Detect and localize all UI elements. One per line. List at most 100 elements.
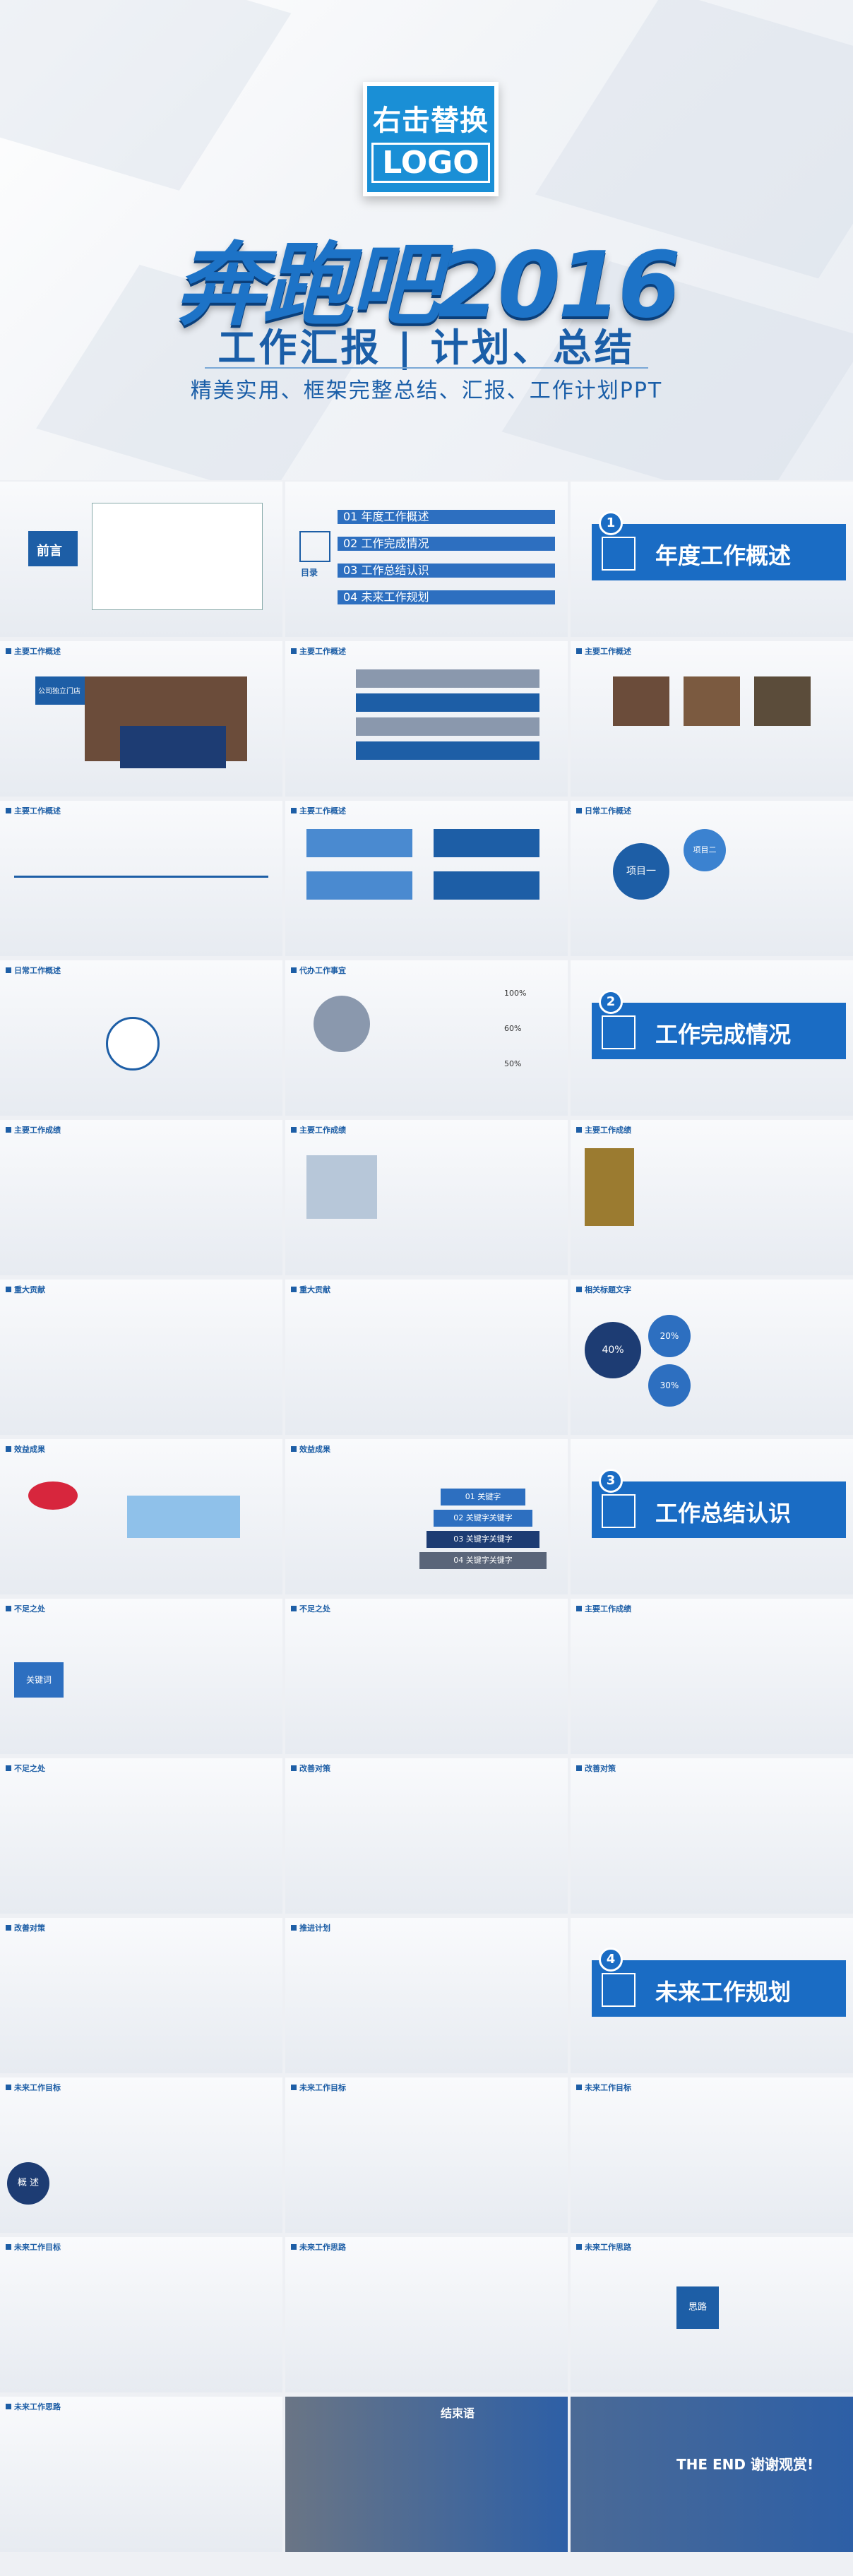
toc-icon [299, 531, 330, 562]
section-title: 工作完成情况 [655, 1021, 792, 1048]
slide-tag: 未来工作目标 [576, 2082, 631, 2093]
key-row: 04 关键字关键字 [419, 1552, 547, 1569]
slide-improve-3[interactable]: 改善对策 [0, 1918, 282, 2073]
slide-section-4[interactable]: 4 未来工作规划 [571, 1918, 853, 2073]
slide-main-overview-1[interactable]: 主要工作概述 公司独立门店 [0, 641, 282, 797]
slide-future-idea-3[interactable]: 未来工作思路 [0, 2397, 282, 2552]
slide-improve-1[interactable]: 改善对策 [285, 1758, 568, 1914]
slide-tag: 主要工作成绩 [576, 1603, 631, 1614]
slide-plan[interactable]: 推进计划 [285, 1918, 568, 2073]
list-row [356, 717, 539, 736]
slide-section-2[interactable]: 2 工作完成情况 [571, 960, 853, 1116]
toc-num: 02 [343, 537, 358, 550]
toc-num: 01 [343, 510, 358, 523]
list-row [356, 741, 539, 760]
slide-main-overview-3[interactable]: 主要工作概述 [571, 641, 853, 797]
slide-agency[interactable]: 代办工作事宜 100% 60% 50% [285, 960, 568, 1116]
slide-results-4[interactable]: 主要工作成绩 [571, 1599, 853, 1754]
slide-results-3[interactable]: 主要工作成绩 [571, 1120, 853, 1275]
slide-tag: 主要工作概述 [6, 805, 61, 816]
toc-item-2[interactable]: 02 工作完成情况 [338, 537, 555, 551]
info-card [434, 829, 539, 857]
slide-the-end[interactable]: THE END 谢谢观赏! [571, 2397, 853, 2552]
slide-tag: 主要工作成绩 [576, 1124, 631, 1135]
slide-section-3[interactable]: 3 工作总结认识 [571, 1439, 853, 1594]
slide-tag: 日常工作概述 [576, 805, 631, 816]
section-number: 2 [599, 990, 623, 1014]
slide-daily-2[interactable]: 日常工作概述 [0, 960, 282, 1116]
toc-item-4[interactable]: 04 未来工作规划 [338, 590, 555, 604]
preface-label: 前言 [37, 544, 62, 559]
logo-placeholder: 右击替换 LOGO [363, 82, 499, 196]
slide-tag: 改善对策 [6, 1922, 45, 1933]
slide-improve-2[interactable]: 改善对策 [571, 1758, 853, 1914]
slide-shortcoming-3[interactable]: 不足之处 [0, 1758, 282, 1914]
section-number: 3 [599, 1469, 623, 1493]
slide-main-overview-4[interactable]: 主要工作概述 [0, 801, 282, 956]
section-icon [602, 1494, 636, 1528]
slide-shortcoming-2[interactable]: 不足之处 [285, 1599, 568, 1754]
section-number: 1 [599, 511, 623, 535]
slide-tag: 未来工作目标 [291, 2082, 346, 2093]
slide-main-overview-5[interactable]: 主要工作概述 [285, 801, 568, 956]
stat-circle: 40% [585, 1322, 641, 1378]
slide-tag: 未来工作目标 [6, 2082, 61, 2093]
slide-daily-1[interactable]: 日常工作概述 项目一 项目二 [571, 801, 853, 956]
slide-future-idea-1[interactable]: 未来工作思路 [285, 2237, 568, 2392]
slide-tag: 效益成果 [6, 1443, 45, 1455]
slide-tag: 相关标题文字 [576, 1284, 631, 1295]
slide-effect-2[interactable]: 效益成果 01 关键字 02 关键字关键字 03 关键字关键字 04 关键字关键… [285, 1439, 568, 1594]
toc-num: 03 [343, 564, 358, 577]
ending-background [285, 2397, 568, 2552]
section-icon [602, 1015, 636, 1049]
section-title: 未来工作规划 [655, 1979, 792, 2005]
ending-title: 结束语 [441, 2407, 475, 2420]
slide-future-goal-4[interactable]: 未来工作目标 [0, 2237, 282, 2392]
idea-hex: 思路 [676, 2286, 719, 2329]
slide-tag: 推进计划 [291, 1922, 330, 1933]
slide-tag: 日常工作概述 [6, 965, 61, 976]
background-shard [0, 0, 292, 191]
photo [754, 676, 811, 726]
section-banner: 4 未来工作规划 [592, 1948, 846, 2017]
slide-tag: 代办工作事宜 [291, 965, 346, 976]
company-name: 公司独立门店 [38, 688, 80, 696]
slide-future-goal-3[interactable]: 未来工作目标 [571, 2077, 853, 2233]
percent-label: 100% [504, 989, 527, 998]
slide-contribution-2[interactable]: 重大贡献 [285, 1280, 568, 1435]
toc-num: 04 [343, 590, 358, 604]
toc-item-1[interactable]: 01 年度工作概述 [338, 510, 555, 524]
slide-tag: 不足之处 [291, 1603, 330, 1614]
slide-ending-remarks[interactable]: 结束语 [285, 2397, 568, 2552]
end-message: THE END 谢谢观赏! [676, 2456, 814, 2473]
section-banner: 1 年度工作概述 [592, 511, 846, 580]
photo [613, 676, 669, 726]
slide-contribution-1[interactable]: 重大贡献 [0, 1280, 282, 1435]
center-circle [106, 1017, 160, 1071]
slide-results-2[interactable]: 主要工作成绩 [285, 1120, 568, 1275]
toc-item-3[interactable]: 03 工作总结认识 [338, 564, 555, 578]
slide-shortcoming-1[interactable]: 不足之处 关键词 [0, 1599, 282, 1754]
trophy-photo [585, 1148, 634, 1226]
slide-preface[interactable]: 前言 [0, 482, 282, 637]
toc-text: 工作完成情况 [361, 537, 429, 550]
toc-text: 年度工作概述 [361, 510, 429, 523]
toc-text: 工作总结认识 [361, 564, 429, 577]
slide-tag: 主要工作概述 [291, 645, 346, 657]
slide-effect-1[interactable]: 效益成果 [0, 1439, 282, 1594]
divider [205, 367, 648, 369]
keyword-hex: 关键词 [14, 1662, 64, 1698]
slide-section-1[interactable]: 1 年度工作概述 [571, 482, 853, 637]
slide-results-1[interactable]: 主要工作成绩 [0, 1120, 282, 1275]
slide-toc[interactable]: 目录 01 年度工作概述 02 工作完成情况 03 工作总结认识 04 未来工作… [285, 482, 568, 637]
slide-tag: 改善对策 [291, 1763, 330, 1774]
slide-tag: 改善对策 [576, 1763, 616, 1774]
slide-related[interactable]: 相关标题文字 40% 20% 30% [571, 1280, 853, 1435]
slide-tag: 不足之处 [6, 1603, 45, 1614]
slide-main-overview-2[interactable]: 主要工作概述 [285, 641, 568, 797]
key-row: 02 关键字关键字 [434, 1510, 532, 1527]
slide-future-idea-2[interactable]: 未来工作思路 思路 [571, 2237, 853, 2392]
slide-future-goal-1[interactable]: 未来工作目标 概 述 [0, 2077, 282, 2233]
title-slide: 右击替换 LOGO 奔跑吧2016 工作汇报 | 计划、总结 精美实用、框架完整… [0, 0, 853, 480]
slide-future-goal-2[interactable]: 未来工作目标 [285, 2077, 568, 2233]
